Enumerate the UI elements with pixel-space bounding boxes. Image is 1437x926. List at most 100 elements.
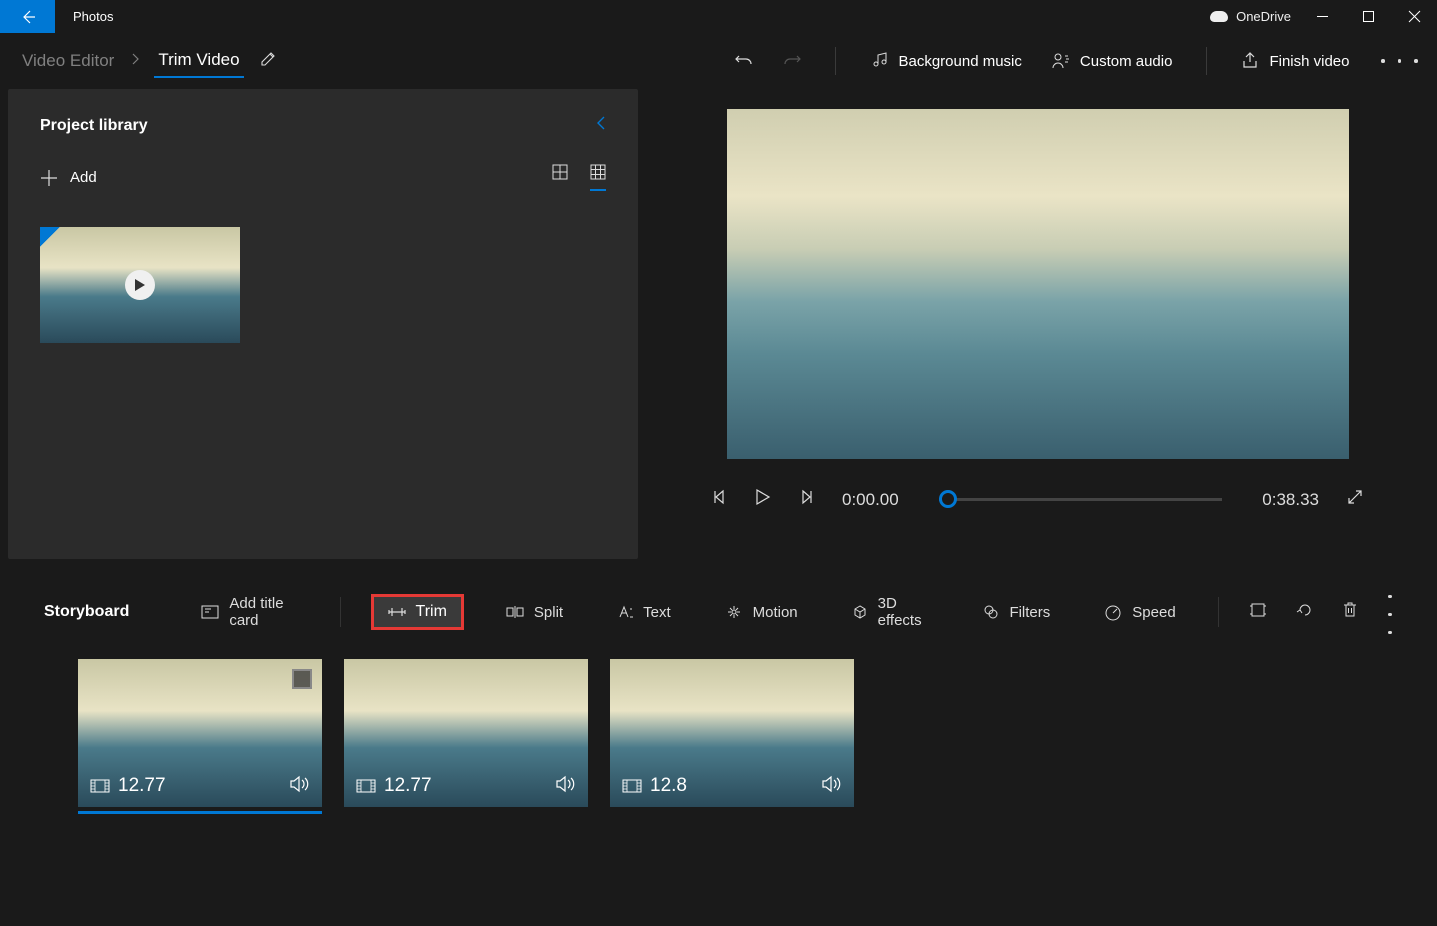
app-title: Photos [55,0,1210,33]
back-button[interactable] [0,0,55,33]
small-grid-view-button[interactable] [590,164,606,191]
trash-icon [1343,602,1357,618]
seek-slider[interactable] [939,498,1223,501]
redo-button[interactable] [783,52,801,70]
large-grid-view-button[interactable] [552,164,568,191]
onedrive-status[interactable]: OneDrive [1210,0,1299,33]
text-button[interactable]: Text [605,596,683,629]
clip-volume-button[interactable] [822,776,842,797]
close-button[interactable] [1391,0,1437,33]
breadcrumb-trim-video[interactable]: Trim Video [154,44,243,78]
add-media-button[interactable]: Add [40,169,97,187]
play-icon [756,489,770,505]
play-overlay-icon [125,270,155,300]
library-clip-thumbnail[interactable] [40,227,240,343]
minimize-button[interactable] [1299,0,1345,33]
trim-label: Trim [416,603,447,621]
edit-name-button[interactable] [260,51,276,72]
split-label: Split [534,604,563,621]
prev-frame-icon [712,489,728,505]
motion-label: Motion [753,604,798,621]
redo-icon [783,52,801,70]
storyboard-clip[interactable]: 12.8 [610,659,854,807]
filters-icon [983,604,999,620]
film-icon [356,779,376,793]
3d-effects-label: 3D effects [878,595,930,629]
title-card-icon [201,605,219,619]
chevron-right-icon [126,52,146,70]
finish-video-label: Finish video [1269,53,1349,70]
resize-icon [1249,603,1267,617]
speed-icon [1104,604,1122,620]
storyboard-more-button[interactable] [1387,585,1394,639]
clip-duration: 12.8 [650,775,687,797]
clip-duration: 12.77 [118,775,166,797]
speed-button[interactable]: Speed [1092,596,1187,629]
arrow-left-icon [20,9,36,25]
main-area: Project library Add [0,89,1437,559]
clip-select-checkbox[interactable] [292,669,312,689]
export-icon [1241,52,1259,70]
filters-button[interactable]: Filters [971,596,1062,629]
trim-icon [388,605,406,619]
play-button[interactable] [756,489,770,510]
fullscreen-button[interactable] [1347,489,1363,510]
trim-button[interactable]: Trim [371,594,464,630]
storyboard-toolbar: Storyboard Add title card Trim Split Tex… [44,589,1393,635]
total-time: 0:38.33 [1262,490,1319,510]
rotate-button[interactable] [1297,602,1313,623]
preview-area: 0:00.00 0:38.33 [638,89,1437,559]
motion-button[interactable]: Motion [713,596,810,629]
next-frame-button[interactable] [798,489,814,510]
maximize-button[interactable] [1345,0,1391,33]
chevron-left-icon [596,115,606,131]
rotate-icon [1297,602,1313,618]
text-label: Text [643,604,671,621]
more-icon [1381,59,1385,63]
collapse-library-button[interactable] [596,115,606,136]
pencil-icon [260,51,276,67]
onedrive-label: OneDrive [1236,9,1291,24]
video-preview[interactable] [727,109,1349,459]
filters-label: Filters [1009,604,1050,621]
clip-duration: 12.77 [384,775,432,797]
background-music-button[interactable]: Background music [870,52,1021,70]
effects-icon [852,604,868,620]
undo-icon [735,52,753,70]
resize-button[interactable] [1249,603,1267,622]
film-icon [90,779,110,793]
breadcrumb-bar: Video Editor Trim Video Background music… [0,33,1437,89]
split-button[interactable]: Split [494,596,575,629]
clip-volume-button[interactable] [290,776,310,797]
music-icon [870,52,888,70]
project-library-title: Project library [40,117,148,135]
delete-button[interactable] [1343,602,1357,623]
top-toolbar: Background music Custom audio Finish vid… [735,47,1419,75]
storyboard-clip[interactable]: 12.77 [344,659,588,807]
storyboard-title: Storyboard [44,603,129,621]
breadcrumb-video-editor[interactable]: Video Editor [18,45,118,77]
grid-small-icon [590,164,606,180]
undo-button[interactable] [735,52,753,70]
speed-label: Speed [1132,604,1175,621]
3d-effects-button[interactable]: 3D effects [840,587,942,637]
person-audio-icon [1052,52,1070,70]
previous-frame-button[interactable] [712,489,728,510]
clip-volume-button[interactable] [556,776,576,797]
seek-handle[interactable] [939,490,957,508]
more-button[interactable] [1380,59,1420,63]
volume-icon [822,776,842,792]
add-label: Add [70,169,97,186]
expand-icon [1347,489,1363,505]
titlebar: Photos OneDrive [0,0,1437,33]
grid-large-icon [552,164,568,180]
custom-audio-button[interactable]: Custom audio [1052,52,1173,70]
project-library-panel: Project library Add [8,89,638,559]
cloud-icon [1210,11,1228,22]
storyboard-clip[interactable]: 12.77 [78,659,322,807]
add-title-card-label: Add title card [229,595,297,629]
finish-video-button[interactable]: Finish video [1241,52,1349,70]
add-title-card-button[interactable]: Add title card [189,587,309,637]
text-icon [617,605,633,619]
current-time: 0:00.00 [842,490,899,510]
